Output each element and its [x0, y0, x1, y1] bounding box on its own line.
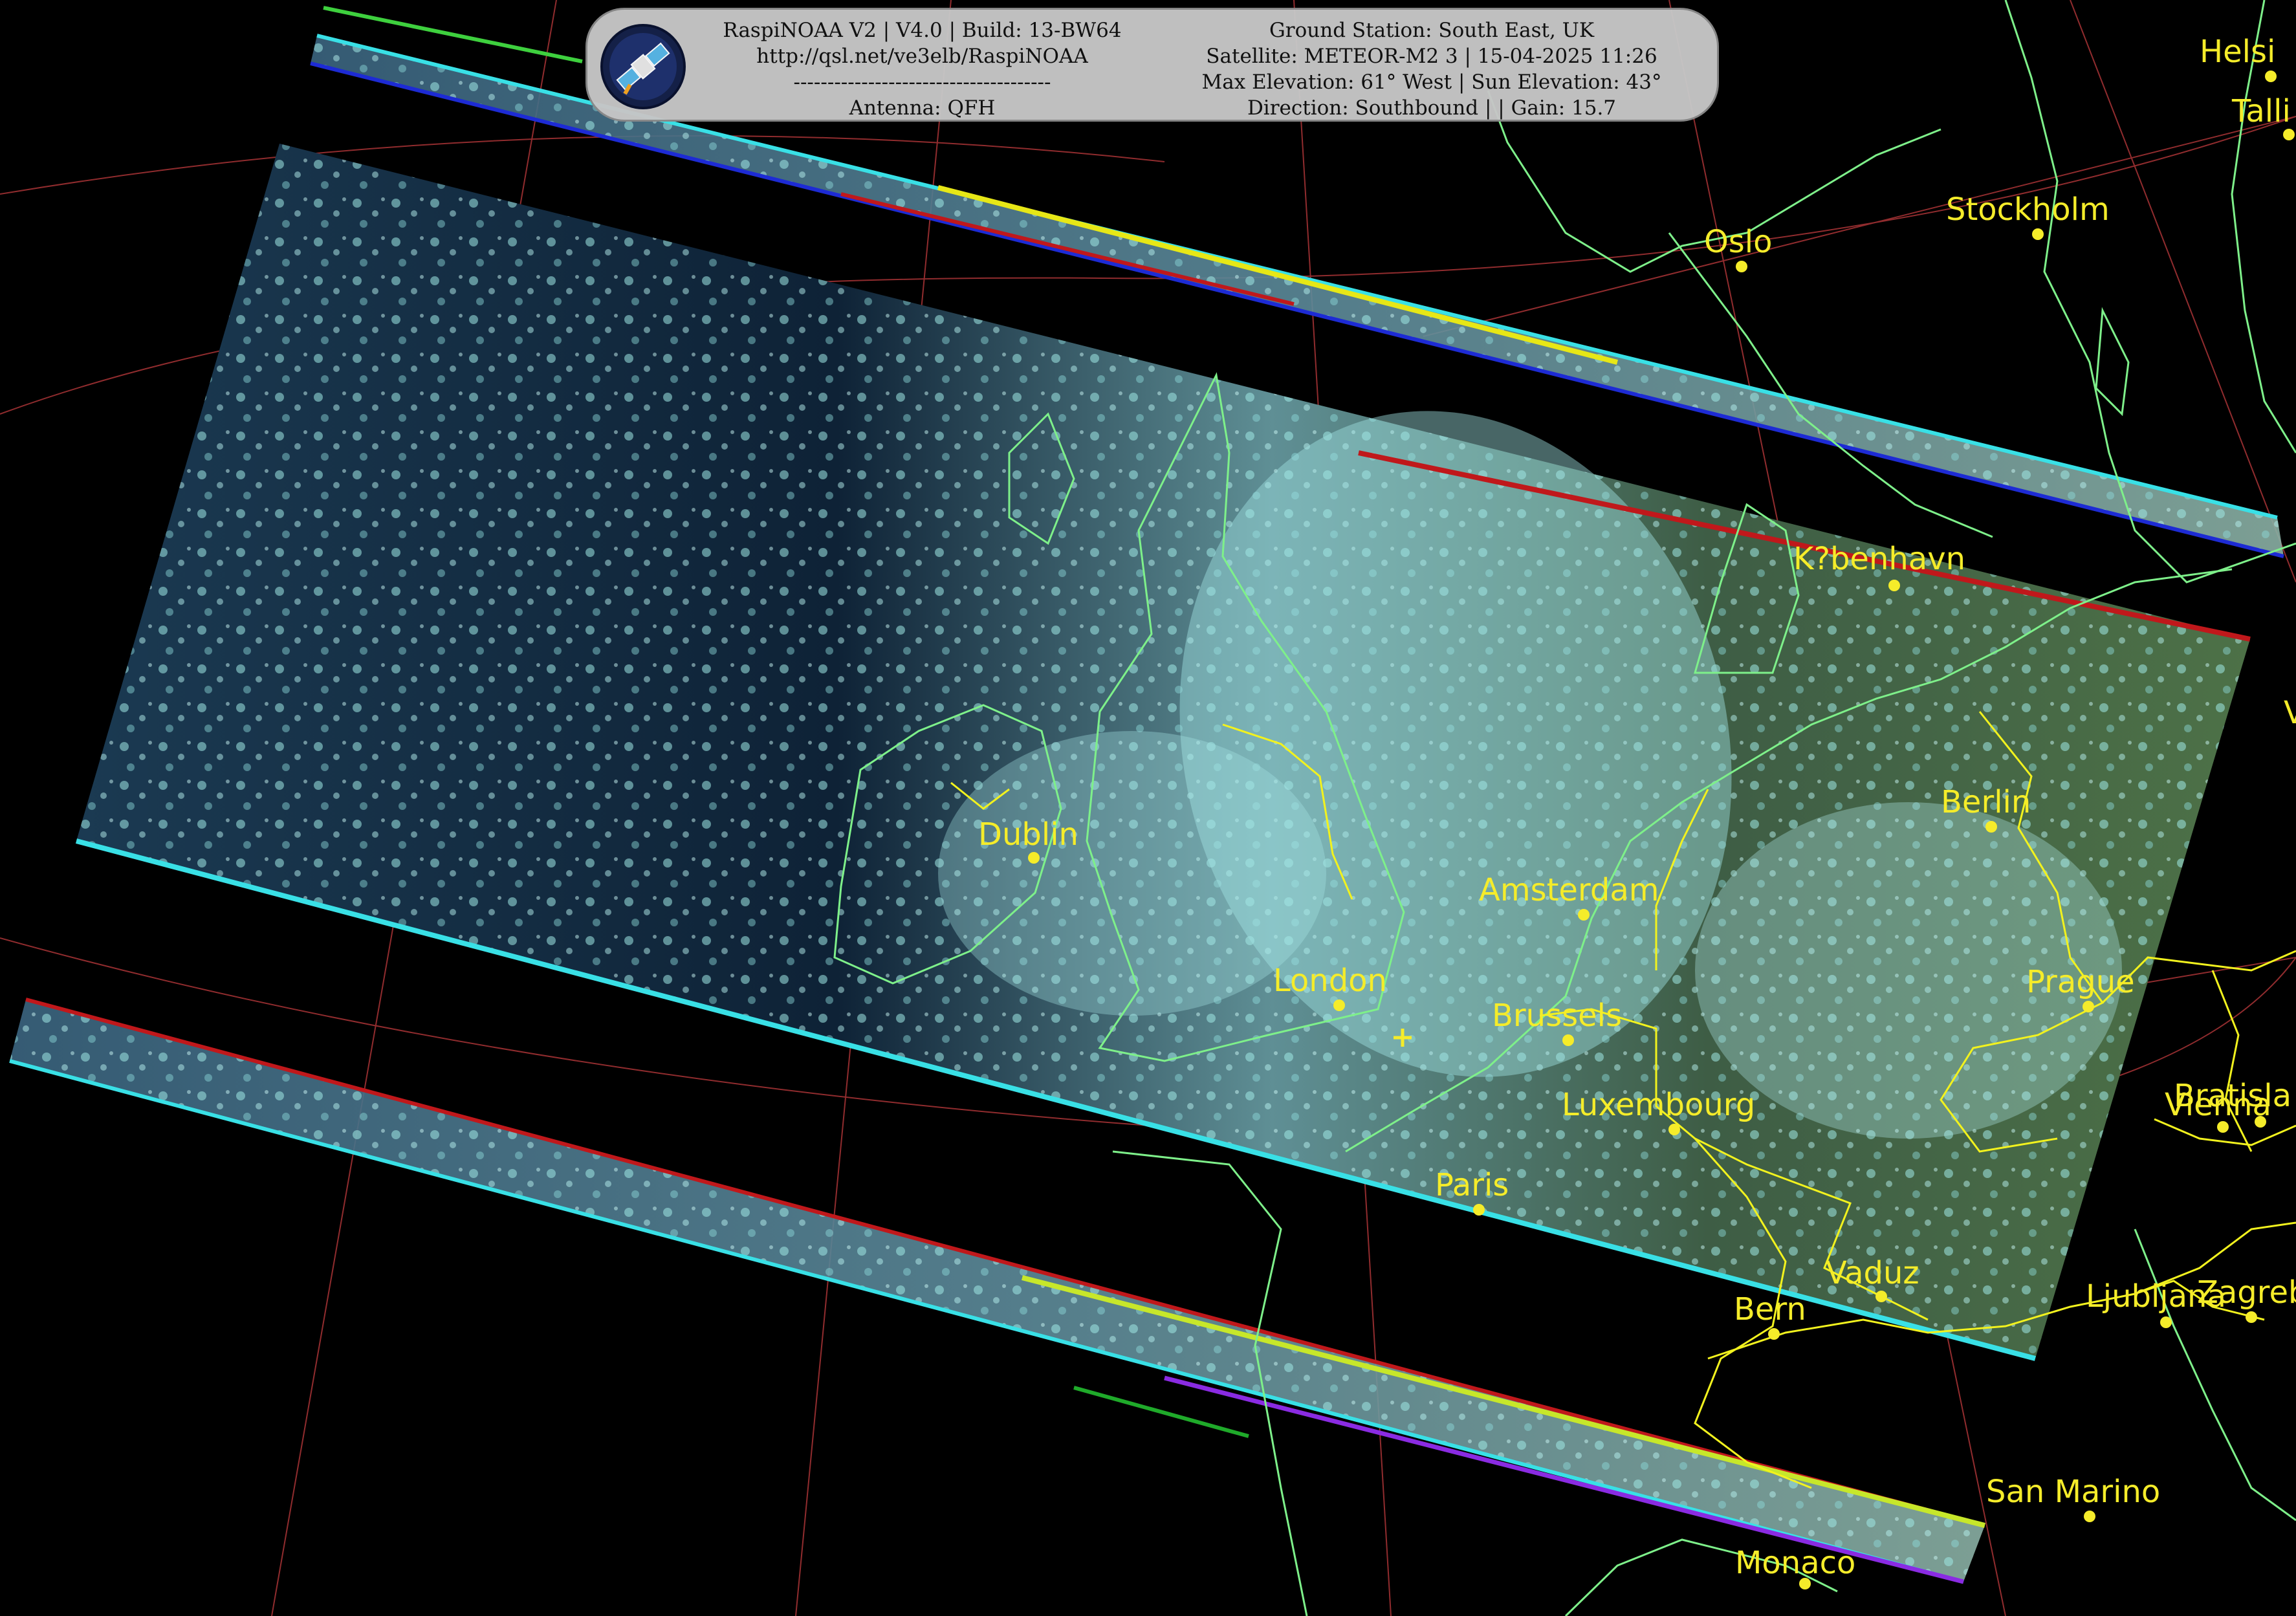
antenna-info: Antenna: QFH — [849, 96, 996, 120]
svg-text:San Marino: San Marino — [1986, 1474, 2160, 1510]
ground-station-info: Ground Station: South East, UK — [1269, 19, 1594, 42]
software-url: http://qsl.net/ve3elb/RaspiNOAA — [756, 45, 1088, 68]
city-zagreb: Zagreb — [2197, 1274, 2296, 1323]
svg-text:Prague: Prague — [2026, 964, 2135, 1000]
satellite-icon — [600, 24, 686, 109]
svg-text:Talli: Talli — [2231, 93, 2291, 129]
svg-text:Zagreb: Zagreb — [2197, 1274, 2296, 1311]
svg-text:V: V — [2284, 695, 2296, 731]
city-helsinki: Helsi — [2200, 34, 2277, 82]
svg-text:Paris: Paris — [1435, 1167, 1509, 1203]
satellite-info: Satellite: METEOR-M2 3 | 15-04-2025 11:2… — [1206, 45, 1657, 68]
svg-text:Stockholm: Stockholm — [1946, 191, 2110, 228]
svg-text:Vienna: Vienna — [2165, 1087, 2271, 1123]
svg-text:Berlin: Berlin — [1941, 784, 2031, 820]
svg-text:Dublin: Dublin — [978, 816, 1078, 853]
svg-text:Helsi: Helsi — [2200, 34, 2275, 70]
direction-gain-info: Direction: Southbound | | Gain: 15.7 — [1247, 96, 1617, 120]
city-oslo: Oslo — [1704, 224, 1773, 272]
software-info: RaspiNOAA V2 | V4.0 | Build: 13-BW64 htt… — [714, 17, 1131, 121]
svg-text:London: London — [1273, 963, 1387, 999]
city-vienna: Vienna — [2165, 1087, 2271, 1133]
svg-text:Vaduz: Vaduz — [1826, 1255, 1919, 1291]
satellite-map-view: Oslo Stockholm Helsi Talli K?benhavn Ber… — [0, 0, 2296, 1616]
svg-text:Luxembourg: Luxembourg — [1562, 1087, 1755, 1123]
map-canvas: Oslo Stockholm Helsi Talli K?benhavn Ber… — [0, 0, 2296, 1616]
separator-line: -------------------------------------- — [793, 71, 1051, 94]
pass-details: Ground Station: South East, UK Satellite… — [1157, 17, 1707, 121]
city-bern: Bern — [1734, 1291, 1806, 1340]
svg-text:Amsterdam: Amsterdam — [1479, 872, 1659, 908]
city-edge-v: V — [2284, 695, 2296, 731]
pass-info-panel: RaspiNOAA V2 | V4.0 | Build: 13-BW64 htt… — [585, 8, 1719, 122]
elevation-info: Max Elevation: 61° West | Sun Elevation:… — [1201, 71, 1662, 94]
svg-text:K?benhavn: K?benhavn — [1793, 541, 1965, 577]
svg-text:Monaco: Monaco — [1735, 1545, 1855, 1581]
city-san-marino: San Marino — [1986, 1474, 2160, 1522]
svg-text:Brussels: Brussels — [1492, 998, 1622, 1034]
satellite-swath — [75, 144, 2251, 1361]
svg-text:Oslo: Oslo — [1704, 224, 1773, 260]
city-stockholm: Stockholm — [1946, 191, 2110, 240]
svg-text:Bern: Bern — [1734, 1291, 1806, 1327]
software-version: RaspiNOAA V2 | V4.0 | Build: 13-BW64 — [723, 19, 1122, 42]
city-monaco: Monaco — [1735, 1545, 1855, 1589]
